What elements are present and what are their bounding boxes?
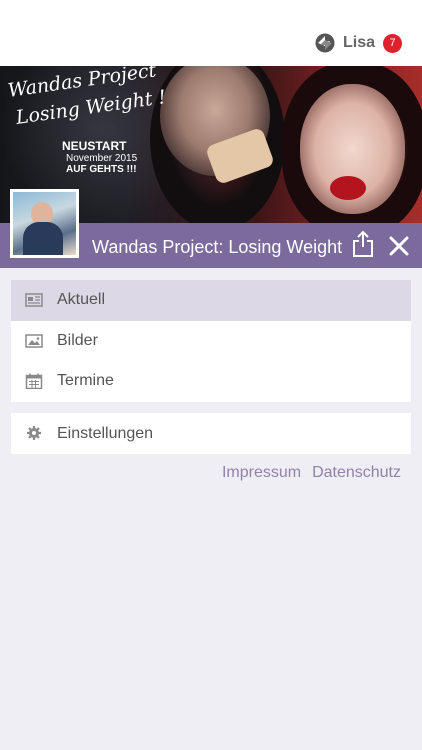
user-name[interactable]: Lisa xyxy=(343,34,375,52)
datenschutz-link[interactable]: Datenschutz xyxy=(312,464,401,482)
menu-item-label: Einstellungen xyxy=(57,424,154,442)
banner-text-line4: November 2015 xyxy=(66,153,138,164)
menu-item-einstellungen[interactable]: Einstellungen xyxy=(11,413,411,454)
navigation-menu: Aktuell Bilder Termine xyxy=(11,280,411,402)
notification-badge[interactable]: 7 xyxy=(383,33,402,53)
page-title: Wandas Project: Losing Weight xyxy=(92,237,343,257)
banner-text-line3: NEUSTART xyxy=(62,139,127,153)
menu-item-bilder[interactable]: Bilder xyxy=(11,321,411,362)
banner-text-line5: AUF GEHTS !!! xyxy=(66,164,137,175)
close-icon[interactable] xyxy=(389,236,409,256)
footer-links: Impressum Datenschutz xyxy=(222,464,401,482)
app-logo-icon xyxy=(315,33,335,53)
menu-item-termine[interactable]: Termine xyxy=(11,361,411,402)
menu-item-aktuell[interactable]: Aktuell xyxy=(11,280,411,321)
menu-item-label: Aktuell xyxy=(57,291,106,309)
newspaper-icon xyxy=(25,293,43,307)
profile-avatar[interactable] xyxy=(10,189,79,258)
share-icon[interactable] xyxy=(351,230,375,258)
menu-item-label: Bilder xyxy=(57,331,98,349)
top-bar: Lisa 7 xyxy=(0,0,422,66)
menu-item-label: Termine xyxy=(57,372,114,390)
user-menu[interactable]: Lisa 7 xyxy=(315,33,402,53)
impressum-link[interactable]: Impressum xyxy=(222,464,301,482)
image-icon xyxy=(25,333,43,348)
calendar-icon xyxy=(25,373,43,389)
gear-icon xyxy=(27,426,41,440)
